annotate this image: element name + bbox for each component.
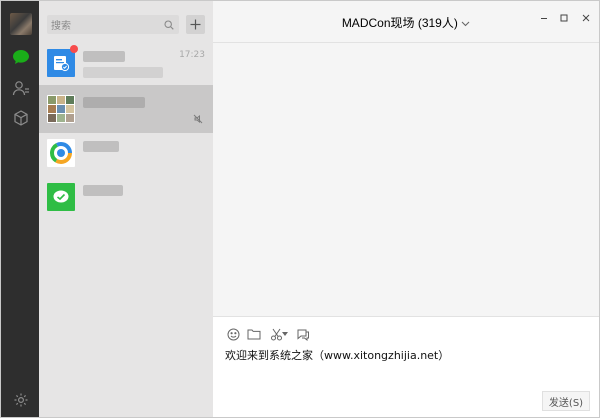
session-name-blurred	[83, 185, 123, 196]
session-name-blurred	[83, 141, 119, 152]
avatar[interactable]	[10, 13, 32, 35]
nav-rail	[1, 1, 39, 417]
chevron-down-icon[interactable]	[461, 16, 470, 30]
add-chat-button[interactable]	[186, 15, 205, 34]
session-item[interactable]: 17:23	[39, 39, 213, 87]
folder-icon[interactable]	[246, 326, 262, 342]
search-input[interactable]: 搜索	[47, 15, 179, 34]
session-item[interactable]	[39, 173, 213, 221]
chat-title-text[interactable]: MADCon现场 (319人)	[342, 16, 458, 30]
search-icon[interactable]	[163, 19, 175, 31]
wechat-window: 搜索 17:23 MADCon现场 (319人) 欢迎来到系统之家（www.xi…	[0, 0, 600, 418]
session-preview-blurred	[83, 67, 163, 78]
settings-icon[interactable]	[10, 389, 32, 411]
session-name-blurred	[83, 97, 145, 108]
session-list: 搜索 17:23	[39, 1, 213, 417]
chat-header: MADCon现场 (319人)	[213, 1, 599, 43]
send-button[interactable]: 发送(S)	[542, 391, 590, 411]
chat-panel: MADCon现场 (319人) 欢迎来到系统之家（www.xitongzhiji…	[213, 1, 599, 417]
emoji-icon[interactable]	[225, 326, 241, 342]
cube-icon[interactable]	[10, 107, 32, 129]
session-item[interactable]	[39, 129, 213, 177]
composer: 欢迎来到系统之家（www.xitongzhijia.net） 发送(S)	[213, 316, 599, 417]
message-input[interactable]: 欢迎来到系统之家（www.xitongzhijia.net）	[225, 347, 589, 387]
chat-icon[interactable]	[10, 46, 32, 68]
message-area[interactable]	[213, 44, 599, 316]
mute-icon	[193, 113, 203, 124]
session-name-blurred	[83, 51, 125, 62]
group-avatar	[47, 95, 75, 123]
unread-badge	[70, 45, 78, 53]
session-avatar	[47, 49, 75, 77]
close-icon[interactable]	[579, 11, 593, 25]
chevron-down-icon[interactable]	[281, 326, 289, 342]
chat-history-icon[interactable]	[295, 326, 311, 342]
contacts-icon[interactable]	[10, 77, 32, 99]
session-avatar	[47, 139, 75, 167]
session-time: 17:23	[179, 50, 205, 60]
plus-icon	[190, 19, 201, 30]
session-item[interactable]	[39, 85, 213, 133]
maximize-icon[interactable]	[557, 11, 571, 25]
search-placeholder: 搜索	[51, 21, 71, 32]
minimize-icon[interactable]	[537, 11, 551, 25]
session-avatar	[47, 183, 75, 211]
